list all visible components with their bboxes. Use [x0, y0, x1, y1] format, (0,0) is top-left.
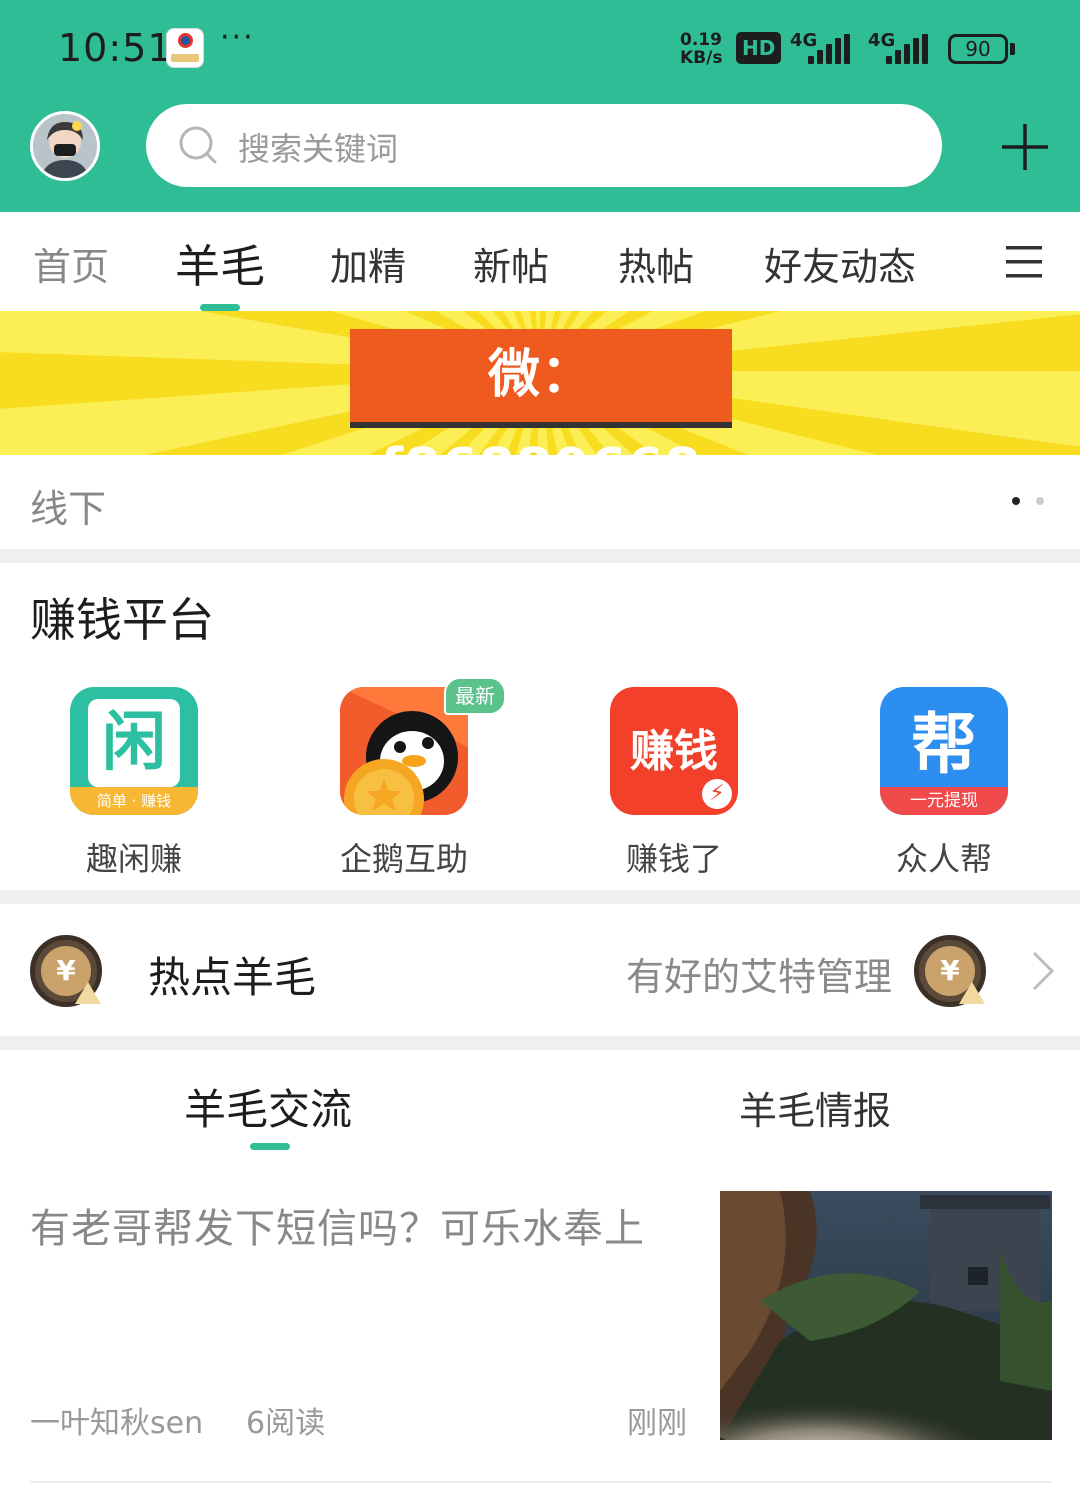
section-divider	[0, 890, 1080, 904]
post-read-count: 6阅读	[246, 1406, 326, 1441]
tab-featured[interactable]: 加精	[330, 236, 406, 291]
post-thumbnail-image[interactable]	[720, 1191, 1052, 1440]
coin-warning-icon: ¥	[30, 935, 102, 1007]
hot-wool-manager-text: 有好的艾特管理	[626, 955, 893, 999]
offline-label: 线下	[30, 487, 107, 531]
search-placeholder: 搜索关键词	[238, 130, 399, 168]
signal-bars-icon	[808, 34, 850, 64]
signal-bars-icon-2	[886, 34, 928, 64]
penguin-label: 企鹅互助	[339, 840, 468, 878]
tab-wool[interactable]: 羊毛	[175, 230, 265, 295]
tab-friends-feed[interactable]: 好友动态	[764, 236, 916, 291]
zhongrenbang-label: 众人帮	[895, 840, 992, 878]
add-post-icon[interactable]	[1000, 122, 1050, 172]
notification-app-icon	[166, 28, 204, 68]
hot-wool-title: 热点羊毛	[148, 953, 317, 1002]
zhongrenbang-app-icon[interactable]: 帮 一元提现	[880, 687, 1008, 815]
platforms-title: 赚钱平台	[30, 593, 214, 647]
tab-new-posts[interactable]: 新帖	[473, 236, 549, 291]
status-time: 10:51	[58, 26, 173, 70]
post-time: 刚刚	[627, 1406, 687, 1441]
zhuanqianle-label: 赚钱了	[625, 840, 722, 878]
battery-icon: 90	[948, 34, 1008, 64]
subtab-active-indicator	[250, 1143, 290, 1150]
search-icon	[178, 125, 218, 165]
quxianzhuan-app-icon[interactable]: 闲 简单 · 赚钱	[70, 687, 198, 815]
chevron-right-icon[interactable]	[1030, 950, 1056, 992]
quxianzhuan-label: 趣闲赚	[85, 840, 182, 878]
lightning-icon: ⚡	[702, 779, 732, 809]
new-badge: 最新	[444, 677, 506, 715]
offline-row	[0, 455, 1080, 549]
post-title: 有老哥帮发下短信吗？可乐水奉上	[30, 1206, 645, 1252]
post-divider	[30, 1481, 1052, 1483]
battery-cap	[1010, 43, 1015, 55]
tab-hot-posts[interactable]: 热帖	[618, 236, 694, 291]
section-divider	[0, 1036, 1080, 1050]
ad-banner-text: 微：f86880668	[350, 329, 732, 498]
subtab-wool-intel[interactable]: 羊毛情报	[739, 1080, 891, 1135]
section-divider	[0, 549, 1080, 563]
pager-dot	[1036, 497, 1044, 505]
pager-dot-active	[1012, 497, 1020, 505]
menu-icon[interactable]	[1004, 244, 1044, 280]
coin-warning-icon-2: ¥	[914, 935, 986, 1007]
hd-voice-icon: HD	[736, 32, 782, 64]
subtab-wool-exchange[interactable]: 羊毛交流	[184, 1076, 352, 1137]
status-more-icon: ···	[220, 20, 255, 55]
network-speed: 0.19 KB/s	[680, 30, 723, 68]
post-author[interactable]: 一叶知秋sen	[30, 1398, 203, 1442]
zhuanqianle-app-icon[interactable]: 赚钱 ⚡	[610, 687, 738, 815]
tab-home[interactable]: 首页	[33, 236, 109, 291]
active-tab-indicator	[200, 304, 240, 311]
user-avatar[interactable]	[30, 111, 100, 181]
